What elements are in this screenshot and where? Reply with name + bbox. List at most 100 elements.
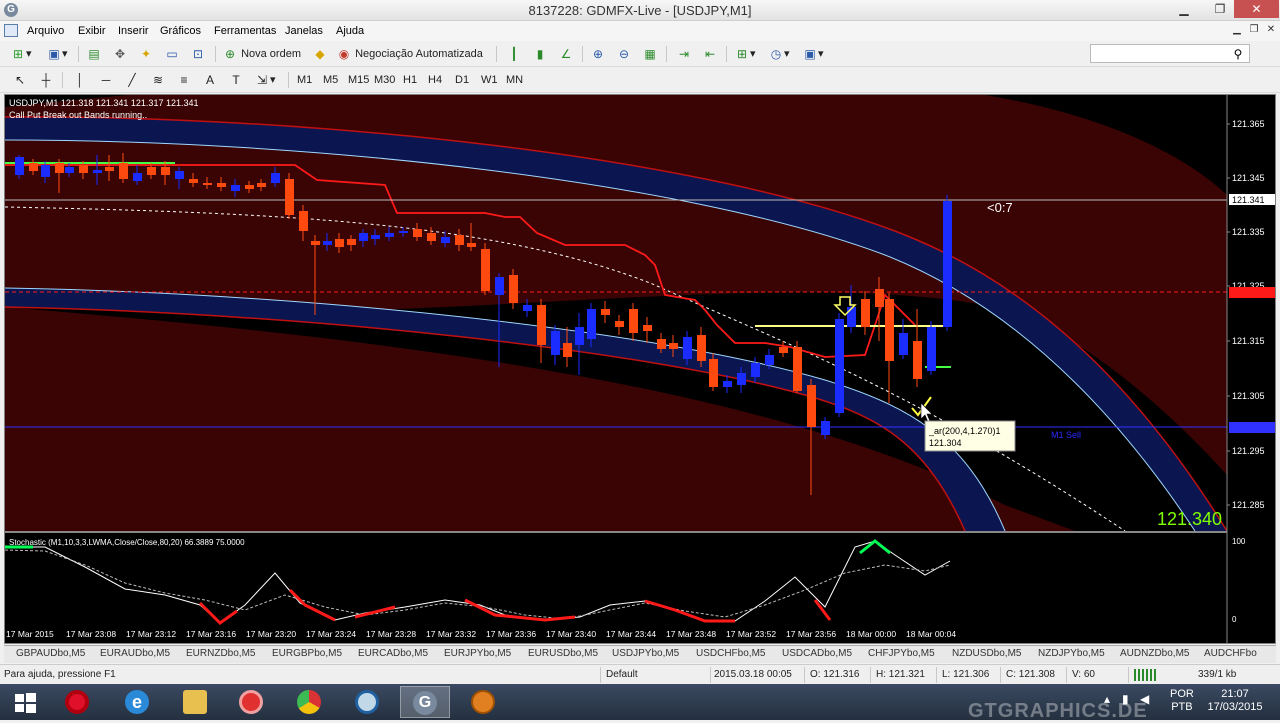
vertical-line-icon[interactable]: │ — [72, 71, 88, 89]
tab-eurjpy[interactable]: EURJPYbo,M5 — [444, 648, 511, 659]
menu-exibir[interactable]: Exibir — [78, 25, 106, 37]
timeframe-m30[interactable]: M30 — [374, 71, 395, 89]
menu-arquivo[interactable]: Arquivo — [27, 25, 64, 37]
media-player-icon[interactable] — [226, 686, 276, 718]
tab-audnzd[interactable]: AUDNZDbo,M5 — [1120, 648, 1189, 659]
new-chart-icon[interactable]: ⊞ ▾ — [10, 45, 32, 63]
auto-scroll-icon[interactable]: ⇥ — [676, 45, 692, 63]
tab-nzdusd[interactable]: NZDUSDbo,M5 — [952, 648, 1021, 659]
menu-janelas[interactable]: Janelas — [285, 25, 323, 37]
file-explorer-icon[interactable] — [170, 686, 220, 718]
tab-eurusd[interactable]: EURUSDbo,M5 — [528, 648, 598, 659]
line-chart-icon[interactable]: ∠ — [558, 45, 574, 63]
metaeditor-icon[interactable]: ◆ — [312, 45, 328, 63]
internet-explorer-icon[interactable]: e — [112, 686, 162, 718]
tester-icon[interactable]: ⊡ — [190, 45, 206, 63]
tab-audchf[interactable]: AUDCHFbo — [1204, 648, 1257, 659]
tab-eurcad[interactable]: EURCADbo,M5 — [358, 648, 428, 659]
drawing-toolbar: ↖ ┼ │ ─ ╱ ≋ ≡ A T ⇲ ▾ M1 M5 M15 M30 H1 H4… — [0, 67, 1280, 93]
timeframe-m1[interactable]: M1 — [297, 71, 312, 89]
terminal-icon[interactable]: ▭ — [164, 45, 180, 63]
tab-eurnzd[interactable]: EURNZDbo,M5 — [186, 648, 255, 659]
profiles-icon[interactable]: ▣ ▾ — [46, 45, 67, 63]
tab-usdchf[interactable]: USDCHFbo,M5 — [696, 648, 765, 659]
metatrader-icon[interactable]: G — [400, 686, 450, 718]
candle-body — [245, 185, 254, 189]
timeframe-w1[interactable]: W1 — [481, 71, 498, 89]
red-level-tag: 121.325 — [1232, 288, 1265, 298]
menu-ajuda[interactable]: Ajuda — [336, 25, 364, 37]
crosshair-icon[interactable]: ┼ — [38, 71, 54, 89]
zoom-in-icon[interactable]: ⊕ — [590, 45, 606, 63]
text-label-icon[interactable]: T — [228, 71, 244, 89]
market-watch-icon[interactable]: ▤ — [86, 45, 102, 63]
menu-inserir[interactable]: Inserir — [118, 25, 149, 37]
timeframe-m15[interactable]: M15 — [348, 71, 369, 89]
stoch-label: Stochastic (M1,10,3,3,LWMA,Close/Close,8… — [9, 538, 245, 547]
maximize-button[interactable]: ❐ — [1206, 0, 1234, 18]
text-icon[interactable]: A — [202, 71, 218, 89]
clock[interactable]: 21:07 17/03/2015 — [1200, 688, 1270, 714]
auto-trading-label: Negociação Automatizada — [355, 48, 483, 60]
timeframe-h4[interactable]: H4 — [428, 71, 442, 89]
chrome-icon[interactable] — [284, 686, 334, 718]
search-icon[interactable]: ⚲ — [1230, 46, 1246, 62]
horizontal-line-icon[interactable]: ─ — [98, 71, 114, 89]
time-axis-label: 17 Mar 23:52 — [726, 629, 776, 639]
candle-body — [723, 381, 732, 387]
navigator-icon[interactable]: ✦ — [138, 45, 154, 63]
data-window-icon[interactable]: ✥ — [112, 45, 128, 63]
start-button[interactable] — [0, 686, 50, 718]
timeframe-h1[interactable]: H1 — [403, 71, 417, 89]
menu-graficos[interactable]: Gráficos — [160, 25, 201, 37]
periods-icon[interactable]: ◷ ▾ — [768, 45, 790, 63]
close-button[interactable]: ✕ — [1234, 0, 1279, 18]
cursor-icon[interactable]: ↖ — [12, 71, 28, 89]
mdi-close-button[interactable]: ✕ — [1262, 24, 1280, 38]
chart-shift-icon[interactable]: ⇤ — [702, 45, 718, 63]
candlestick-icon[interactable]: ▮ — [532, 45, 548, 63]
opera-icon[interactable] — [52, 686, 102, 718]
app-icon-swirl[interactable] — [342, 686, 392, 718]
trendline-icon[interactable]: ╱ — [124, 71, 140, 89]
chart-window-icon[interactable] — [4, 24, 18, 37]
timeframe-d1[interactable]: D1 — [455, 71, 469, 89]
bar-volume: V: 60 — [1072, 669, 1095, 680]
auto-trading-button[interactable]: ◉ Negociação Automatizada — [336, 45, 483, 63]
tab-euraud[interactable]: EURAUDbo,M5 — [100, 648, 170, 659]
candle-body — [441, 237, 450, 243]
tab-usdjpy[interactable]: USDJPYbo,M5 — [612, 648, 679, 659]
search-input[interactable]: ⚲ — [1090, 44, 1250, 63]
bar-chart-icon[interactable]: ┃ — [506, 45, 522, 63]
minimize-button[interactable]: ▁ — [1170, 0, 1198, 18]
candle-body — [807, 385, 816, 427]
price-chart[interactable]: 121.365 121.345 121.335 121.325 121.315 121.3… — [4, 95, 1275, 643]
bar-datetime: 2015.03.18 00:05 — [714, 669, 792, 680]
channel-icon[interactable]: ≋ — [150, 71, 166, 89]
tab-chfjpy[interactable]: CHFJPYbo,M5 — [868, 648, 935, 659]
language-indicator[interactable]: POR PTB — [1170, 688, 1194, 714]
tile-windows-icon[interactable]: ▦ — [642, 45, 658, 63]
timeframe-mn[interactable]: MN — [506, 71, 523, 89]
price-axis-label: 121.295 — [1232, 446, 1265, 456]
tab-usdcad[interactable]: USDCADbo,M5 — [782, 648, 852, 659]
tab-nzdjpy[interactable]: NZDJPYbo,M5 — [1038, 648, 1105, 659]
new-order-button[interactable]: ⊕ Nova ordem — [222, 45, 301, 63]
fibonacci-icon[interactable]: ≡ — [176, 71, 192, 89]
price-axis-label: 121.365 — [1232, 119, 1265, 129]
menu-ferramentas[interactable]: Ferramentas — [214, 25, 276, 37]
zoom-out-icon[interactable]: ⊖ — [616, 45, 632, 63]
mdi-restore-button[interactable]: ❐ — [1245, 24, 1263, 38]
time-axis-label: 17 Mar 23:28 — [366, 629, 416, 639]
indicators-icon[interactable]: ⊞ ▾ — [734, 45, 756, 63]
chart-window[interactable]: 121.365 121.345 121.335 121.325 121.315 121.3… — [4, 94, 1276, 644]
tab-gbpaud[interactable]: GBPAUDbo,M5 — [16, 648, 85, 659]
mdi-minimize-button[interactable]: ▁ — [1228, 24, 1246, 38]
hand-app-icon[interactable] — [458, 686, 508, 718]
timeframe-m5[interactable]: M5 — [323, 71, 338, 89]
tooltip-line1: _ar(200,4,1.270)1 — [928, 426, 1001, 436]
arrows-icon[interactable]: ⇲ ▾ — [254, 71, 276, 89]
tab-eurgbp[interactable]: EURGBPbo,M5 — [272, 648, 342, 659]
candle-body — [615, 321, 624, 327]
templates-icon[interactable]: ▣ ▾ — [802, 45, 823, 63]
